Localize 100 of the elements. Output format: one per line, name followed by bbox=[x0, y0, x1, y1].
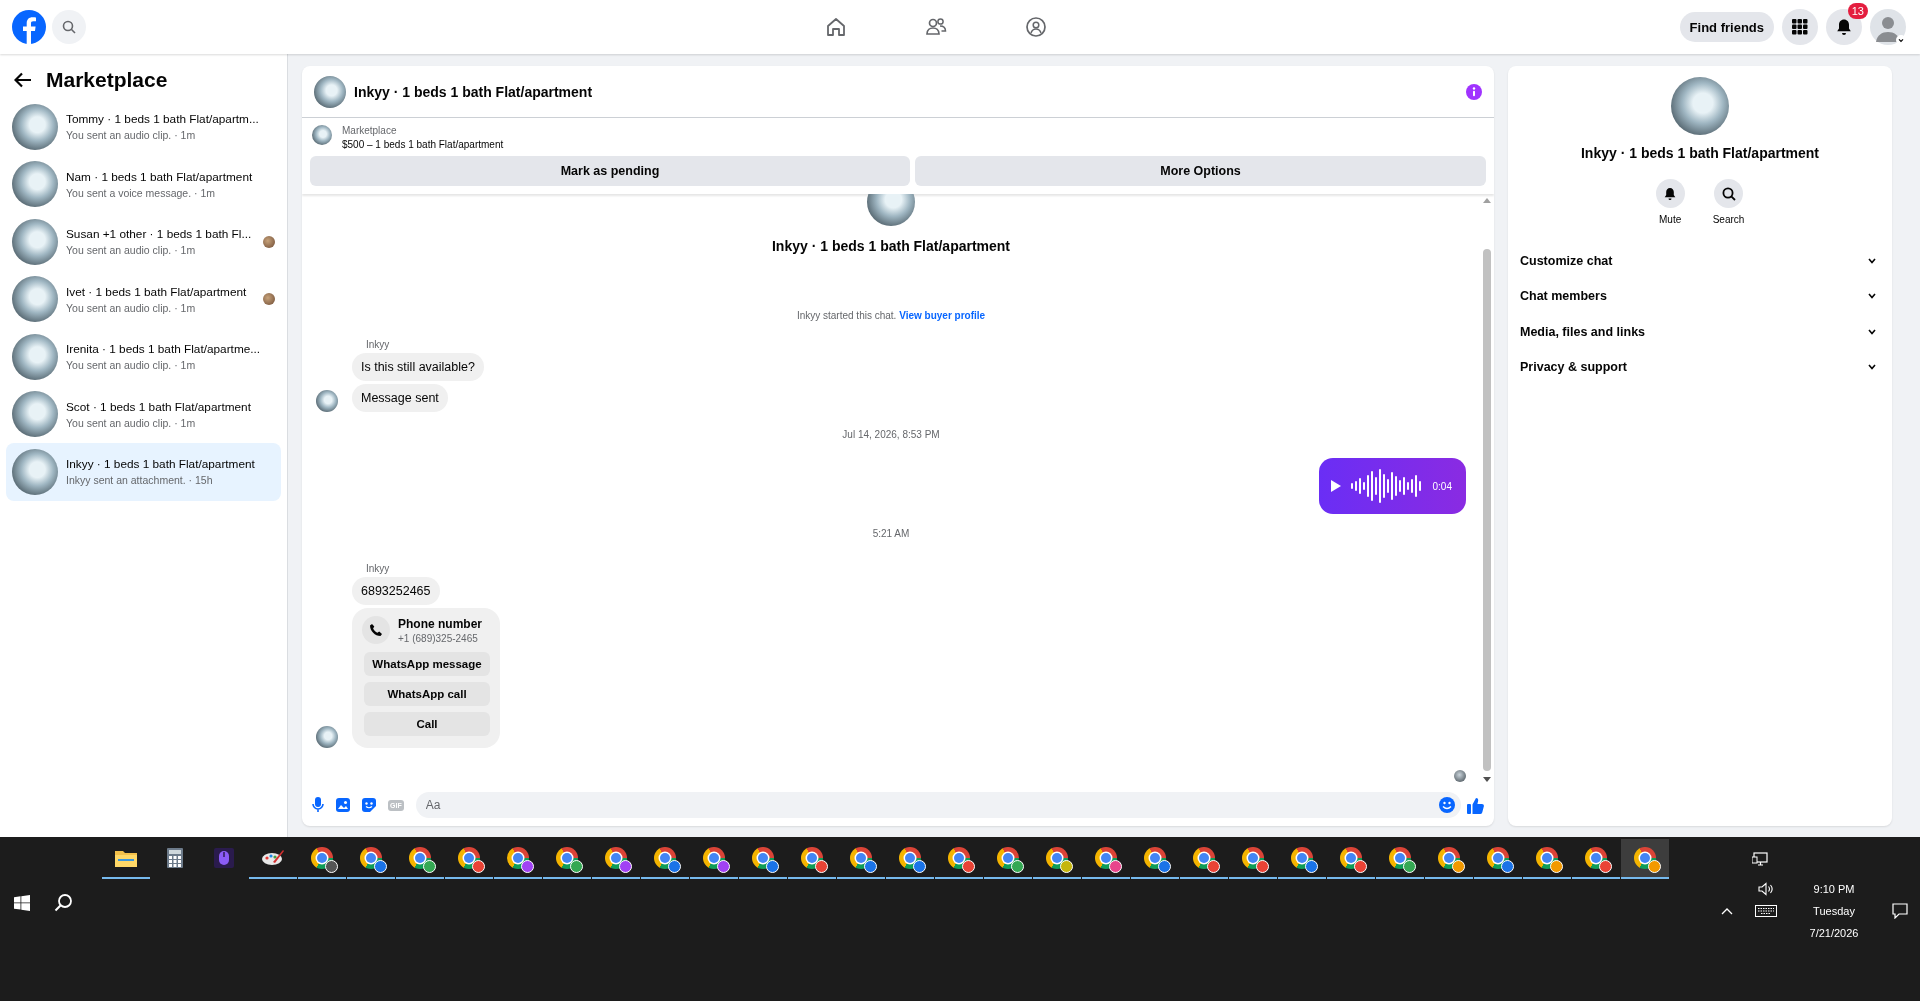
conversation-title: Tommy · 1 beds 1 bath Flat/apartm... bbox=[66, 112, 260, 127]
phone-icon bbox=[362, 616, 390, 644]
conversation-preview: You sent an audio clip. · 1m bbox=[66, 244, 197, 257]
settings-section[interactable]: Chat members bbox=[1508, 278, 1892, 314]
view-buyer-profile-link[interactable]: View buyer profile bbox=[899, 310, 986, 321]
conversation-preview: You sent an audio clip. · 1m bbox=[66, 129, 197, 142]
palette-icon bbox=[261, 849, 285, 867]
clock-date[interactable]: 7/21/2026 bbox=[1809, 927, 1859, 939]
conversation-title: Irenita · 1 beds 1 bath Flat/apartme... bbox=[66, 342, 262, 357]
settings-section[interactable]: Customize chat bbox=[1508, 243, 1892, 279]
back-arrow-icon[interactable] bbox=[14, 72, 32, 88]
facebook-logo[interactable] bbox=[12, 10, 46, 44]
chat-intro-name: Inkyy · 1 beds 1 bath Flat/apartment bbox=[771, 238, 1011, 254]
notification-icon[interactable] bbox=[1892, 903, 1908, 919]
conversation-title: Ivet · 1 beds 1 bath Flat/apartment bbox=[66, 284, 248, 299]
clock-day[interactable]: Tuesday bbox=[1813, 905, 1855, 917]
display-icon[interactable] bbox=[1752, 852, 1768, 866]
message-timestamp: Jul 14, 2026, 8:53 PM bbox=[841, 429, 941, 440]
folder-icon bbox=[115, 849, 137, 867]
conversation-preview: You sent an audio clip. · 1m bbox=[66, 416, 197, 429]
conversation-preview: You sent an audio clip. · 1m bbox=[66, 359, 197, 372]
listing-photo bbox=[1671, 77, 1729, 135]
search-icon bbox=[62, 20, 76, 34]
clock-time[interactable]: 9:10 PM bbox=[1813, 883, 1855, 895]
sticker-icon[interactable] bbox=[362, 798, 376, 812]
message-bubble: Message sent bbox=[352, 384, 448, 412]
conversation-preview: You sent a voice message. · 1m bbox=[66, 186, 217, 199]
search-icon[interactable] bbox=[54, 893, 74, 913]
conversation-title: Scot · 1 beds 1 bath Flat/apartment bbox=[66, 399, 252, 414]
notification-count: 13 bbox=[1847, 3, 1868, 19]
settings-section[interactable]: Privacy & support bbox=[1508, 349, 1892, 385]
contact-action-button[interactable]: WhatsApp call bbox=[364, 682, 490, 706]
listing-action-button[interactable]: More Options bbox=[915, 156, 1486, 186]
thumbs-up-icon[interactable] bbox=[1467, 796, 1484, 814]
conversation-title: Nam · 1 beds 1 bath Flat/apartment bbox=[66, 169, 254, 184]
sender-name: Inkyy bbox=[366, 563, 391, 574]
conversation-preview: You sent an audio clip. · 1m bbox=[66, 301, 197, 314]
listing-title: $500 – 1 beds 1 bath Flat/apartment bbox=[342, 139, 504, 150]
listing-source: Marketplace bbox=[342, 125, 398, 136]
notifications-button[interactable] bbox=[1826, 9, 1862, 45]
listing-photo bbox=[12, 391, 58, 438]
contact-action-button[interactable]: WhatsApp message bbox=[364, 652, 490, 676]
sidebar-title: Marketplace bbox=[46, 68, 168, 92]
conversation-preview: Inkyy sent an attachment. · 15h bbox=[66, 474, 214, 487]
menu-button[interactable] bbox=[1782, 9, 1818, 45]
contact-action-button[interactable]: Call bbox=[364, 712, 490, 736]
listing-photo bbox=[12, 218, 58, 265]
message-bubble: 6893252465 bbox=[352, 577, 440, 605]
conversation-name: Inkyy · 1 beds 1 bath Flat/apartment bbox=[1580, 145, 1820, 161]
audio-message[interactable]: 0:04 bbox=[1318, 458, 1466, 514]
listing-photo bbox=[314, 75, 346, 108]
audio-duration: 0:04 bbox=[1432, 480, 1452, 492]
conversation-item[interactable]: Irenita · 1 beds 1 bath Flat/apartme... You sent an audio clip. · 1m bbox=[6, 328, 281, 386]
scroll-up-icon[interactable] bbox=[1483, 198, 1491, 203]
calculator-icon bbox=[167, 848, 183, 868]
find-friends-button[interactable]: Find friends bbox=[1679, 12, 1774, 42]
chat-start-notice: Inkyy started this chat. View buyer profile bbox=[795, 310, 987, 321]
account-button[interactable] bbox=[1870, 9, 1906, 45]
settings-section[interactable]: Media, files and links bbox=[1508, 314, 1892, 350]
bell-icon bbox=[1655, 179, 1685, 208]
mute-button[interactable]: Mute bbox=[1655, 179, 1685, 225]
contact-title: Phone number bbox=[398, 616, 482, 631]
listing-photo bbox=[312, 125, 332, 145]
listing-photo bbox=[12, 276, 58, 323]
listing-action-button[interactable]: Mark as pending bbox=[310, 156, 910, 186]
conversation-item[interactable]: Tommy · 1 beds 1 bath Flat/apartm... You sent an audio clip. · 1m bbox=[6, 98, 281, 156]
search-button[interactable]: Search bbox=[1712, 179, 1745, 225]
bell-icon bbox=[1835, 18, 1853, 36]
conversation-item[interactable]: Nam · 1 beds 1 bath Flat/apartment You sent a voice message. · 1m bbox=[6, 155, 281, 213]
conversation-item[interactable]: Ivet · 1 beds 1 bath Flat/apartment You sent an audio clip. · 1m bbox=[6, 270, 281, 328]
phone-number: +1 (689)325-2465 bbox=[398, 632, 479, 644]
emoji-icon[interactable] bbox=[1439, 797, 1455, 813]
listing-photo bbox=[12, 448, 58, 495]
conversation-item[interactable]: Susan +1 other · 1 beds 1 bath Fl... You sent an audio clip. · 1m bbox=[6, 213, 281, 271]
play-icon[interactable] bbox=[1330, 480, 1341, 492]
grid-icon bbox=[1792, 19, 1808, 35]
scroll-down-icon[interactable] bbox=[1483, 777, 1491, 782]
message-bubble: Is this still available? bbox=[352, 353, 484, 381]
listing-photo bbox=[12, 103, 58, 150]
search-button[interactable] bbox=[52, 10, 86, 44]
speaker-icon[interactable] bbox=[1758, 882, 1774, 896]
image-icon[interactable] bbox=[336, 798, 350, 812]
sender-name: Inkyy bbox=[366, 339, 391, 350]
conversation-title: Inkyy · 1 beds 1 bath Flat/apartment bbox=[66, 457, 256, 472]
microphone-icon[interactable] bbox=[312, 797, 324, 813]
message-timestamp: 5:21 AM bbox=[871, 528, 911, 539]
taskbar-button[interactable] bbox=[1621, 839, 1669, 879]
conversation-item[interactable]: Inkyy · 1 beds 1 bath Flat/apartment Inkyy sent an attachment. · 15h bbox=[6, 443, 281, 501]
search-icon bbox=[1714, 179, 1743, 208]
conversation-title: Susan +1 other · 1 beds 1 bath Fl... bbox=[66, 227, 253, 242]
chevron-up-icon[interactable] bbox=[1721, 907, 1733, 915]
info-icon[interactable] bbox=[1466, 83, 1482, 100]
listing-photo bbox=[12, 161, 58, 208]
start-icon[interactable] bbox=[14, 895, 30, 911]
chat-title: Inkyy · 1 beds 1 bath Flat/apartment bbox=[354, 83, 594, 100]
mouse-icon bbox=[214, 848, 234, 868]
message-input[interactable]: Aa bbox=[415, 792, 1461, 818]
keyboard-icon[interactable] bbox=[1755, 905, 1777, 917]
listing-photo bbox=[12, 333, 58, 380]
conversation-item[interactable]: Scot · 1 beds 1 bath Flat/apartment You sent an audio clip. · 1m bbox=[6, 385, 281, 443]
